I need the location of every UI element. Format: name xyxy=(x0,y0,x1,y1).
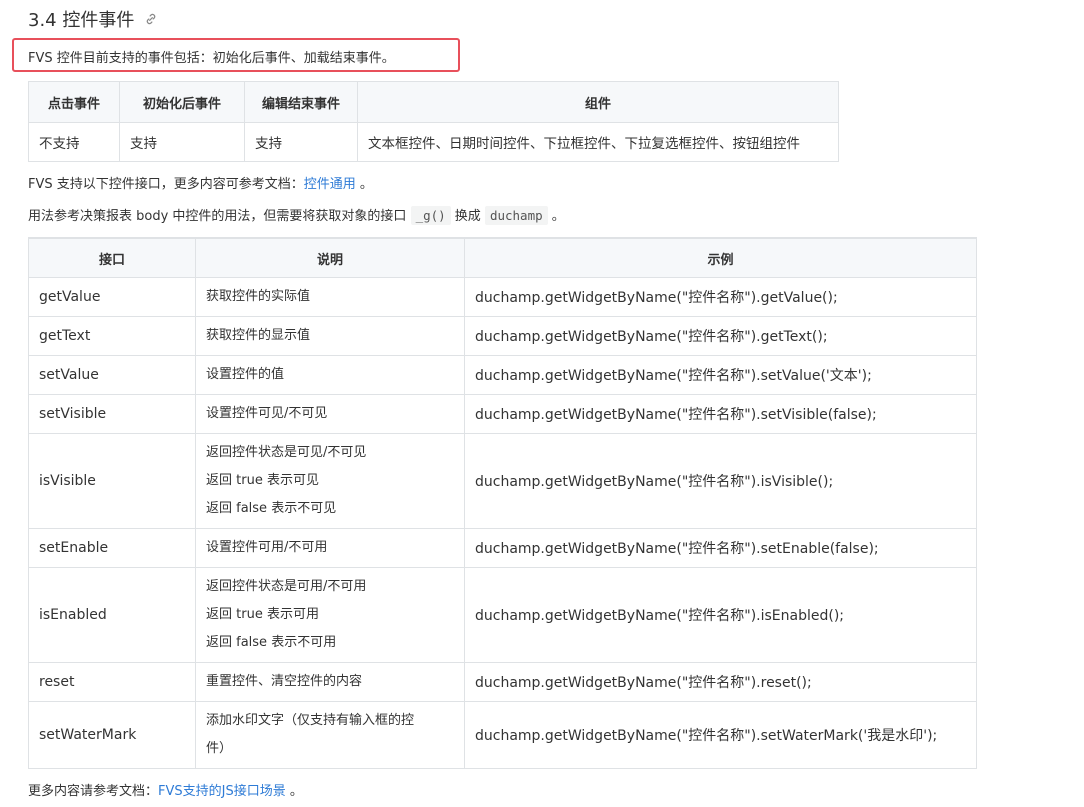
table-row: getText 获取控件的显示值 duchamp.getWidgetByName("… xyxy=(28,316,977,356)
events-cell: 文本框控件、日期时间控件、下拉框控件、下拉复选框控件、按钮组控件 xyxy=(357,122,839,162)
paragraph-text: 。 xyxy=(547,209,565,224)
events-header-cell: 点击事件 xyxy=(28,81,120,123)
api-name-cell: getText xyxy=(28,316,196,356)
api-name-cell: isEnabled xyxy=(28,567,196,663)
footer-text: 更多内容请参考文档：FVS支持的JS接口场景 。 xyxy=(28,780,303,799)
doc-link-widget-common[interactable]: 控件通用 xyxy=(304,177,356,192)
api-name-cell: setValue xyxy=(28,355,196,395)
table-row: isVisible 返回控件状态是可见/不可见 返回 true 表示可见 返回 fal… xyxy=(28,433,977,529)
table-row: 不支持 支持 支持 文本框控件、日期时间控件、下拉框控件、下拉复选框控件、按钮组… xyxy=(28,122,839,162)
events-header-cell: 初始化后事件 xyxy=(119,81,245,123)
api-desc-cell: 获取控件的实际值 xyxy=(195,277,465,317)
api-name-cell: isVisible xyxy=(28,433,196,529)
events-cell: 支持 xyxy=(244,122,358,162)
api-desc-line: 获取控件的显示值 xyxy=(206,328,311,343)
api-desc-line: 重置控件、清空控件的内容 xyxy=(206,674,363,689)
api-name-cell: reset xyxy=(28,662,196,702)
table-row: setWaterMark 添加水印文字（仅支持有输入框的控 件） duchamp.ge… xyxy=(28,701,977,769)
api-name-cell: getValue xyxy=(28,277,196,317)
events-cell: 支持 xyxy=(119,122,245,162)
api-desc-cell: 添加水印文字（仅支持有输入框的控 件） xyxy=(195,701,465,769)
api-desc-line: 获取控件的实际值 xyxy=(206,289,311,304)
api-header-cell: 接口 xyxy=(28,237,196,278)
api-header-cell: 示例 xyxy=(464,237,977,278)
api-table: 接口 说明 示例 getValue 获取控件的实际值 duchamp.getWidg… xyxy=(28,237,977,769)
api-desc-cell: 返回控件状态是可见/不可见 返回 true 表示可见返回 false 表示不可见 xyxy=(195,433,465,529)
paragraph-text: FVS 支持以下控件接口，更多内容可参考文档： xyxy=(28,177,304,192)
inline-code: _g() xyxy=(410,206,451,225)
api-desc-line: 返回 true 表示可用 xyxy=(206,607,319,622)
api-name-cell: setEnable xyxy=(28,528,196,568)
api-example-cell: duchamp.getWidgetByName("控件名称").setVisib… xyxy=(464,394,977,434)
paragraph-text: 。 xyxy=(355,177,373,192)
paragraph-usage: 用法参考决策报表 body 中控件的用法，但需要将获取对象的接口 _g() 换成… xyxy=(28,205,565,225)
events-header-cell: 编辑结束事件 xyxy=(244,81,358,123)
api-example-cell: duchamp.getWidgetByName("控件名称").reset(); xyxy=(464,662,977,702)
api-desc-cell: 设置控件可见/不可见 xyxy=(195,394,465,434)
intro-text: FVS 控件目前支持的事件包括：初始化后事件、加载结束事件。 xyxy=(28,51,395,66)
api-desc-line: 设置控件的值 xyxy=(206,367,285,382)
api-example-cell: duchamp.getWidgetByName("控件名称").isEnable… xyxy=(464,567,977,663)
api-desc-line: 返回控件状态是可见/不可见 xyxy=(206,445,367,460)
api-desc-line: 件） xyxy=(206,741,233,756)
api-desc-cell: 设置控件的值 xyxy=(195,355,465,395)
api-name-cell: setVisible xyxy=(28,394,196,434)
api-desc-line: 返回控件状态是可用/不可用 xyxy=(206,579,367,594)
inline-code: duchamp xyxy=(484,206,548,225)
api-desc-line: 设置控件可见/不可见 xyxy=(206,406,328,421)
doc-link-js-scenarios[interactable]: FVS支持的JS接口场景 xyxy=(158,784,286,799)
api-desc-cell: 返回控件状态是可用/不可用 返回 true 表示可用返回 false 表示不可用 xyxy=(195,567,465,663)
api-desc-cell: 设置控件可用/不可用 xyxy=(195,528,465,568)
api-example-cell: duchamp.getWidgetByName("控件名称").setWater… xyxy=(464,701,977,769)
api-desc-line: 返回 false 表示不可见 xyxy=(206,501,337,516)
table-row: setEnable 设置控件可用/不可用 duchamp.getWidgetByNa… xyxy=(28,528,977,568)
section-heading: 3.4 控件事件 xyxy=(28,6,158,32)
table-row: reset 重置控件、清空控件的内容 duchamp.getWidgetByName… xyxy=(28,662,977,702)
api-desc-line: 返回 false 表示不可用 xyxy=(206,635,337,650)
events-table: 点击事件 初始化后事件 编辑结束事件 组件 不支持 支持 支持 文本框控件、日期… xyxy=(28,81,839,162)
api-example-cell: duchamp.getWidgetByName("控件名称").isVisibl… xyxy=(464,433,977,529)
paragraph-text: 换成 xyxy=(450,209,485,224)
anchor-link-icon[interactable] xyxy=(144,12,158,26)
footer-label: 更多内容请参考文档： xyxy=(28,784,159,799)
api-desc-cell: 重置控件、清空控件的内容 xyxy=(195,662,465,702)
api-example-cell: duchamp.getWidgetByName("控件名称").setValue… xyxy=(464,355,977,395)
section-title: 3.4 控件事件 xyxy=(28,10,135,31)
api-desc-cell: 获取控件的显示值 xyxy=(195,316,465,356)
table-row: setVisible 设置控件可见/不可见 duchamp.getWidgetByN… xyxy=(28,394,977,434)
paragraph-text: 用法参考决策报表 body 中控件的用法，但需要将获取对象的接口 xyxy=(28,209,411,224)
api-desc-line: 返回 true 表示可见 xyxy=(206,473,319,488)
api-name-cell: setWaterMark xyxy=(28,701,196,769)
table-row: isEnabled 返回控件状态是可用/不可用 返回 true 表示可用 返回 fal… xyxy=(28,567,977,663)
events-cell: 不支持 xyxy=(28,122,120,162)
api-desc-line: 设置控件可用/不可用 xyxy=(206,540,328,555)
api-example-cell: duchamp.getWidgetByName("控件名称").getValue… xyxy=(464,277,977,317)
api-example-cell: duchamp.getWidgetByName("控件名称").getText(… xyxy=(464,316,977,356)
events-header-cell: 组件 xyxy=(357,81,839,123)
api-desc-line: 添加水印文字（仅支持有输入框的控 xyxy=(206,713,415,728)
api-example-cell: duchamp.getWidgetByName("控件名称").setEnabl… xyxy=(464,528,977,568)
footer-label: 。 xyxy=(285,784,303,799)
table-row: setValue 设置控件的值 duchamp.getWidgetByName("控… xyxy=(28,355,977,395)
paragraph-interfaces: FVS 支持以下控件接口，更多内容可参考文档：控件通用 。 xyxy=(28,173,373,192)
table-row: getValue 获取控件的实际值 duchamp.getWidgetByName(… xyxy=(28,277,977,317)
api-header-cell: 说明 xyxy=(195,237,465,278)
